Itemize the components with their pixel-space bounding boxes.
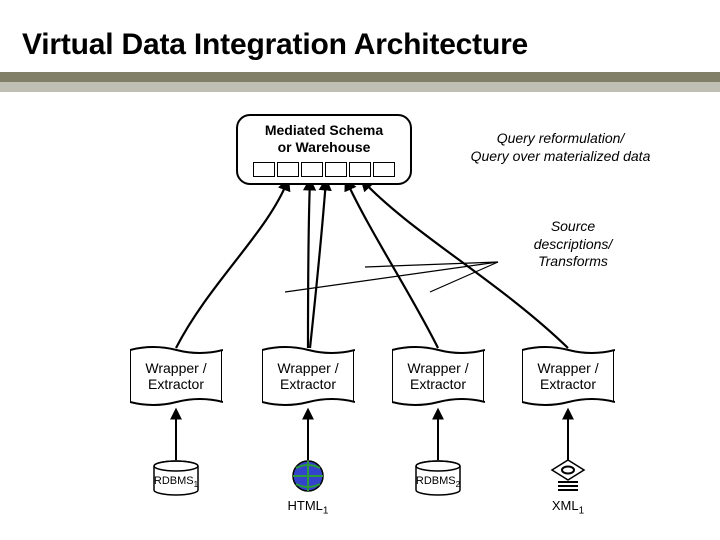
mediated-schema-box: Mediated Schema or Warehouse xyxy=(236,114,412,185)
note-line: descriptions/ xyxy=(498,236,648,254)
schema-cell xyxy=(325,162,347,177)
svg-text:RDBMS1: RDBMS1 xyxy=(154,475,199,489)
database-icon: RDBMS2 xyxy=(412,460,464,496)
schema-label-line1: Mediated Schema xyxy=(246,122,402,139)
schema-cell xyxy=(349,162,371,177)
schema-cell xyxy=(301,162,323,177)
source-rdbms-2: RDBMS2 xyxy=(400,460,476,496)
architecture-diagram: Mediated Schema or Warehouse Query refor… xyxy=(0,92,720,532)
document-icon xyxy=(548,458,588,494)
svg-text:RDBMS2: RDBMS2 xyxy=(416,475,461,489)
wrapper-extractor-3: Wrapper / Extractor xyxy=(392,350,484,402)
note-line: Query reformulation/ xyxy=(448,130,673,148)
source-label: HTML1 xyxy=(272,498,344,517)
wrapper-extractor-4: Wrapper / Extractor xyxy=(522,350,614,402)
divider xyxy=(0,72,720,92)
schema-cell xyxy=(373,162,395,177)
wrapper-label: Wrapper / xyxy=(397,360,479,376)
wrapper-label: Extractor xyxy=(397,376,479,392)
database-icon: RDBMS1 xyxy=(150,460,202,496)
source-xml-1: XML1 xyxy=(530,458,606,517)
wrapper-label: Wrapper / xyxy=(267,360,349,376)
page-title: Virtual Data Integration Architecture xyxy=(0,0,720,72)
note-line: Transforms xyxy=(498,253,648,271)
wrapper-extractor-2: Wrapper / Extractor xyxy=(262,350,354,402)
schema-cell xyxy=(253,162,275,177)
note-line: Source xyxy=(498,218,648,236)
wrapper-label: Wrapper / xyxy=(527,360,609,376)
wrapper-label: Wrapper / xyxy=(135,360,217,376)
wrapper-extractor-1: Wrapper / Extractor xyxy=(130,350,222,402)
schema-cell xyxy=(277,162,299,177)
source-label: XML1 xyxy=(530,498,606,517)
wrapper-label: Extractor xyxy=(527,376,609,392)
schema-cells xyxy=(246,162,402,177)
schema-label-line2: or Warehouse xyxy=(246,139,402,156)
note-line: Query over materialized data xyxy=(448,148,673,166)
source-rdbms-1: RDBMS1 xyxy=(138,460,214,496)
wrapper-label: Extractor xyxy=(135,376,217,392)
source-html-1: HTML1 xyxy=(272,458,344,517)
wrapper-label: Extractor xyxy=(267,376,349,392)
globe-icon xyxy=(290,458,326,494)
query-reformulation-note: Query reformulation/ Query over material… xyxy=(448,130,673,165)
source-descriptions-note: Source descriptions/ Transforms xyxy=(498,218,648,271)
